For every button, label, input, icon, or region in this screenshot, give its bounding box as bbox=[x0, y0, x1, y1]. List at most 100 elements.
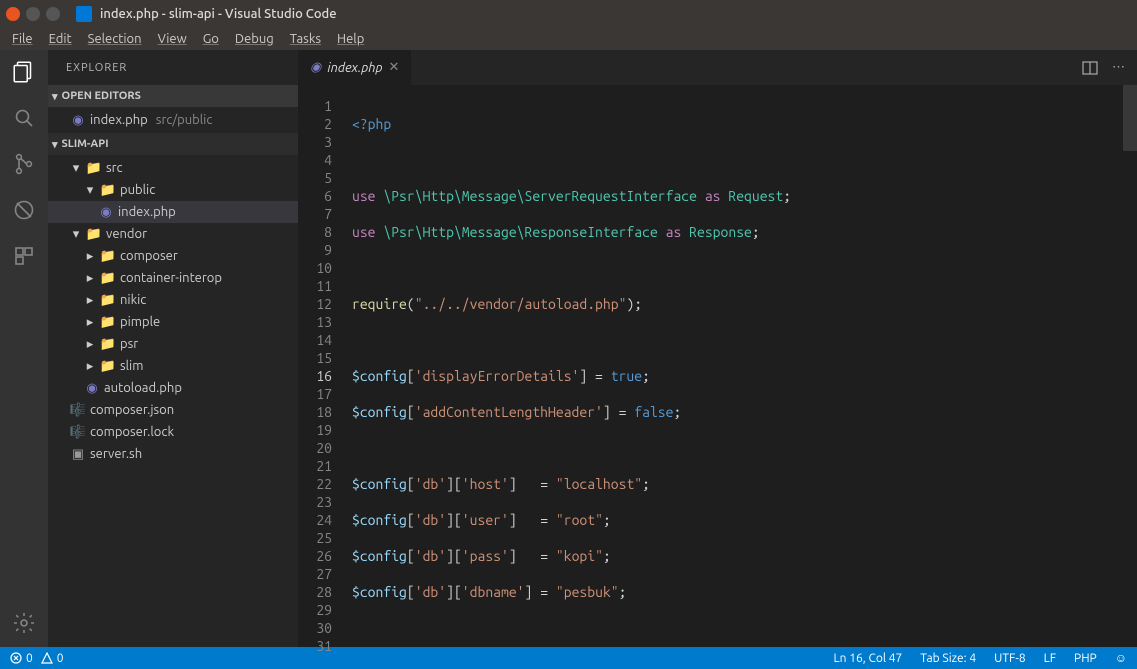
section-project[interactable]: ▾ SLIM-API bbox=[48, 133, 298, 155]
code-content[interactable]: <?php use \Psr\Http\Message\ServerReques… bbox=[344, 85, 1137, 647]
chevron-right-icon: ▸ bbox=[84, 359, 96, 374]
tree-label: composer.json bbox=[90, 403, 174, 417]
menu-help[interactable]: Help bbox=[337, 32, 364, 46]
status-language[interactable]: PHP bbox=[1074, 652, 1097, 665]
window-minimize-icon[interactable] bbox=[26, 7, 40, 21]
chevron-down-icon: ▾ bbox=[52, 90, 58, 103]
status-eol[interactable]: LF bbox=[1044, 652, 1056, 665]
tree-label: index.php bbox=[118, 205, 176, 219]
project-label: SLIM-API bbox=[62, 138, 109, 150]
php-file-icon: ◉ bbox=[84, 380, 100, 396]
open-editor-path: src/public bbox=[156, 113, 213, 127]
tree-label: src bbox=[106, 161, 123, 175]
folder-icon: 📁 bbox=[100, 270, 116, 286]
tree-folder-container-interop[interactable]: ▸ 📁 container-interop bbox=[48, 267, 298, 289]
tree-folder-vendor[interactable]: ▾📁vendor bbox=[48, 223, 298, 245]
tree-folder-src[interactable]: ▾ 📁 src bbox=[48, 157, 298, 179]
tree-label: autoload.php bbox=[104, 381, 182, 395]
menu-file[interactable]: File bbox=[12, 32, 33, 46]
split-editor-icon[interactable] bbox=[1082, 60, 1098, 76]
menubar: File Edit Selection View Go Debug Tasks … bbox=[0, 28, 1137, 50]
tab-index-php[interactable]: ◉ index.php ✕ bbox=[298, 50, 411, 85]
tree-folder-psr[interactable]: ▸📁psr bbox=[48, 333, 298, 355]
tree-folder-pimple[interactable]: ▸📁pimple bbox=[48, 311, 298, 333]
status-errors-count: 0 bbox=[26, 652, 33, 665]
tree-file-composer-lock[interactable]: 🎼composer.lock bbox=[48, 421, 298, 443]
menu-edit[interactable]: Edit bbox=[49, 32, 72, 46]
chevron-right-icon: ▸ bbox=[84, 271, 96, 286]
menu-go[interactable]: Go bbox=[203, 32, 219, 46]
tree-file-composer-json[interactable]: 🎼composer.json bbox=[48, 399, 298, 421]
tree-label: vendor bbox=[106, 227, 147, 241]
status-errors[interactable]: 0 bbox=[10, 652, 33, 665]
sidebar: EXPLORER ▾ OPEN EDITORS ◉ index.php src/… bbox=[48, 50, 298, 647]
folder-icon: 📁 bbox=[100, 358, 116, 374]
tree-folder-nikic[interactable]: ▸📁nikic bbox=[48, 289, 298, 311]
tree-file-server-sh[interactable]: ▣server.sh bbox=[48, 443, 298, 465]
chevron-right-icon: ▸ bbox=[84, 315, 96, 330]
folder-icon: 📁 bbox=[100, 314, 116, 330]
open-editor-item[interactable]: ◉ index.php src/public bbox=[48, 109, 298, 131]
tree-label: public bbox=[120, 183, 155, 197]
php-file-icon: ◉ bbox=[310, 60, 321, 75]
menu-tasks[interactable]: Tasks bbox=[290, 32, 321, 46]
menu-view[interactable]: View bbox=[158, 32, 187, 46]
folder-icon: 📁 bbox=[86, 160, 102, 176]
status-indent[interactable]: Tab Size: 4 bbox=[920, 652, 976, 665]
folder-icon: 📁 bbox=[100, 292, 116, 308]
folder-icon: 📁 bbox=[100, 336, 116, 352]
section-open-editors[interactable]: ▾ OPEN EDITORS bbox=[48, 85, 298, 107]
tree-folder-composer[interactable]: ▸ 📁 composer bbox=[48, 245, 298, 267]
tree-folder-public[interactable]: ▾ 📁 public bbox=[48, 179, 298, 201]
tree-label: slim bbox=[120, 359, 143, 373]
tabbar: ◉ index.php ✕ ⋯ bbox=[298, 50, 1137, 85]
tree-label: container-interop bbox=[120, 271, 222, 285]
status-warnings[interactable]: 0 bbox=[41, 652, 64, 665]
activity-explorer-icon[interactable] bbox=[10, 58, 38, 86]
status-encoding[interactable]: UTF-8 bbox=[994, 652, 1025, 665]
open-editors-tree: ◉ index.php src/public bbox=[48, 107, 298, 133]
status-feedback-icon[interactable]: ☺ bbox=[1115, 651, 1127, 665]
window-maximize-icon[interactable] bbox=[46, 7, 60, 21]
open-editor-filename: index.php bbox=[90, 113, 148, 127]
window-close-icon[interactable] bbox=[6, 7, 20, 21]
chevron-down-icon: ▾ bbox=[52, 138, 58, 151]
menu-selection[interactable]: Selection bbox=[88, 32, 142, 46]
chevron-down-icon: ▾ bbox=[84, 183, 96, 198]
window-controls bbox=[6, 7, 60, 21]
folder-icon: 📁 bbox=[100, 248, 116, 264]
more-icon[interactable]: ⋯ bbox=[1112, 60, 1125, 75]
activity-search-icon[interactable] bbox=[10, 104, 38, 132]
chevron-down-icon: ▾ bbox=[70, 161, 82, 176]
vertical-scrollbar[interactable] bbox=[1123, 85, 1137, 647]
chevron-right-icon: ▸ bbox=[84, 249, 96, 264]
activity-settings-icon[interactable] bbox=[10, 609, 38, 637]
chevron-right-icon: ▸ bbox=[84, 293, 96, 308]
activity-scm-icon[interactable] bbox=[10, 150, 38, 178]
chevron-right-icon: ▸ bbox=[84, 337, 96, 352]
scrollbar-thumb[interactable] bbox=[1123, 85, 1137, 151]
tree-file-index-php[interactable]: ◉ index.php bbox=[48, 201, 298, 223]
line-gutter: 1234567891011121314151617181920212223242… bbox=[298, 85, 344, 647]
editor-body[interactable]: 1234567891011121314151617181920212223242… bbox=[298, 85, 1137, 647]
tree-file-autoload-php[interactable]: ◉ autoload.php bbox=[48, 377, 298, 399]
activity-extensions-icon[interactable] bbox=[10, 242, 38, 270]
activity-debug-icon[interactable] bbox=[10, 196, 38, 224]
sidebar-title: EXPLORER bbox=[48, 50, 298, 85]
shell-file-icon: ▣ bbox=[70, 446, 86, 462]
menu-debug[interactable]: Debug bbox=[235, 32, 274, 46]
window-title: index.php - slim-api - Visual Studio Cod… bbox=[100, 7, 337, 21]
php-file-icon: ◉ bbox=[98, 204, 114, 220]
editor-actions: ⋯ bbox=[1082, 50, 1137, 85]
chevron-down-icon: ▾ bbox=[70, 227, 82, 242]
tree-folder-slim[interactable]: ▸ 📁 slim bbox=[48, 355, 298, 377]
tree-label: composer bbox=[120, 249, 178, 263]
minimap[interactable] bbox=[1027, 85, 1123, 647]
tab-label: index.php bbox=[327, 61, 382, 75]
status-warnings-count: 0 bbox=[57, 652, 64, 665]
main-area: EXPLORER ▾ OPEN EDITORS ◉ index.php src/… bbox=[0, 50, 1137, 647]
statusbar: 0 0 Ln 16, Col 47 Tab Size: 4 UTF-8 LF P… bbox=[0, 647, 1137, 669]
status-ln-col[interactable]: Ln 16, Col 47 bbox=[834, 652, 903, 665]
folder-icon: 📁 bbox=[100, 182, 116, 198]
close-icon[interactable]: ✕ bbox=[388, 60, 399, 75]
